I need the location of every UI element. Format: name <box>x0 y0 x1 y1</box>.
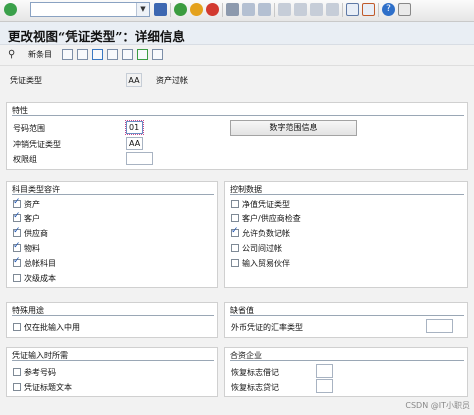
account-type-asset-label: 资产 <box>24 200 40 209</box>
toolbar-separator <box>170 3 171 17</box>
delete-icon[interactable] <box>77 49 88 60</box>
transport-icon[interactable] <box>152 49 163 60</box>
trading-partner-checkbox[interactable] <box>231 259 239 267</box>
display-change-icon[interactable]: ⚲ <box>8 49 20 60</box>
doc-type-field: AA <box>126 73 142 87</box>
reference-number-checkbox[interactable] <box>13 368 21 376</box>
batch-input-only-checkbox[interactable] <box>13 323 21 331</box>
net-doc-type-checkbox[interactable] <box>231 200 239 208</box>
account-type-gl-checkbox[interactable] <box>13 256 21 267</box>
number-range-field[interactable]: 01 <box>125 120 144 135</box>
number-range-label: 号码范围 <box>13 124 45 133</box>
exit-icon[interactable] <box>190 3 203 16</box>
debit-recovery-field[interactable] <box>316 364 333 378</box>
intercompany-postings-label: 公司间过帐 <box>242 244 282 253</box>
doc-type-description: 资产过帐 <box>156 76 188 85</box>
reverse-doc-type-label: 冲销凭证类型 <box>13 140 61 149</box>
group-title-rule <box>12 360 214 361</box>
toolbar-separator <box>222 3 223 17</box>
reverse-doc-type-field[interactable]: AA <box>126 137 143 150</box>
prev-page-icon[interactable] <box>294 3 307 16</box>
page-title: 更改视图“凭证类型”：详细信息 <box>8 29 185 44</box>
negative-postings-label: 允许负数记帐 <box>242 229 290 238</box>
find-icon[interactable] <box>242 3 255 16</box>
new-entries-button[interactable]: 新条目 <box>28 48 52 62</box>
auth-group-label: 权限组 <box>13 155 37 164</box>
credit-recovery-label: 恢复标志贷记 <box>231 383 279 392</box>
toolbar-separator <box>274 3 275 17</box>
back-icon[interactable] <box>174 3 187 16</box>
account-type-gl-label: 总帐科目 <box>24 259 56 268</box>
customer-vendor-check-label: 客户/供应商检查 <box>242 214 301 223</box>
group-title-rule <box>230 194 464 195</box>
undo-icon[interactable] <box>92 49 103 60</box>
account-type-material-label: 物料 <box>24 244 40 253</box>
group-title-rule <box>12 194 214 195</box>
account-types-group: 科目类型容许 资产 客户 供应商 物料 总帐科目 次级成本 <box>6 181 218 288</box>
account-type-material-checkbox[interactable] <box>13 241 21 252</box>
system-toolbar: ▼ ? <box>0 0 474 22</box>
properties-group: 特性 号码范围 01 数字范围信息 冲销凭证类型 AA 权限组 <box>6 102 468 170</box>
print-icon[interactable] <box>226 3 239 16</box>
select-all-icon[interactable] <box>107 49 118 60</box>
reference-number-label: 参考号码 <box>24 368 56 377</box>
toolbar-separator <box>342 3 343 17</box>
find-next-icon[interactable] <box>258 3 271 16</box>
account-type-vendor-checkbox[interactable] <box>13 226 21 237</box>
account-type-customer-label: 客户 <box>24 214 40 223</box>
group-title-rule <box>12 315 214 316</box>
customer-vendor-check-checkbox[interactable] <box>231 214 239 222</box>
default-values-group: 缺省值 外币凭证的汇率类型 <box>224 302 468 338</box>
group-title-rule <box>230 315 464 316</box>
new-session-icon[interactable] <box>346 3 359 16</box>
account-type-secondary-cost-checkbox[interactable] <box>13 274 21 282</box>
header-text-checkbox[interactable] <box>13 383 21 391</box>
copy-icon[interactable] <box>62 49 73 60</box>
group-title-rule <box>12 115 464 116</box>
shortcut-icon[interactable] <box>362 3 375 16</box>
negative-postings-checkbox[interactable] <box>231 226 239 237</box>
new-entries-label: 新条目 <box>28 50 52 59</box>
batch-input-only-label: 仅在批输入中用 <box>24 323 80 332</box>
title-bar: 更改视图“凭证类型”：详细信息 <box>0 22 474 45</box>
header-text-label: 凭证标题文本 <box>24 383 72 392</box>
number-range-info-button[interactable]: 数字范围信息 <box>230 120 357 136</box>
layout-menu-icon[interactable] <box>398 3 411 16</box>
next-page-icon[interactable] <box>310 3 323 16</box>
debit-recovery-label: 恢复标志借记 <box>231 368 279 377</box>
account-type-vendor-label: 供应商 <box>24 229 48 238</box>
exchange-rate-type-field[interactable] <box>426 319 453 333</box>
account-type-secondary-cost-label: 次级成本 <box>24 274 56 283</box>
toolbar-separator <box>378 3 379 17</box>
enter-icon[interactable] <box>4 3 17 16</box>
command-field[interactable]: ▼ <box>30 2 150 17</box>
trading-partner-label: 输入贸易伙伴 <box>242 259 290 268</box>
save-icon[interactable] <box>154 3 167 16</box>
previous-entry-icon[interactable] <box>122 49 133 60</box>
exchange-rate-type-label: 外币凭证的汇率类型 <box>231 323 303 332</box>
credit-recovery-field[interactable] <box>316 379 333 393</box>
last-page-icon[interactable] <box>326 3 339 16</box>
account-type-asset-checkbox[interactable] <box>13 197 21 208</box>
special-usage-group: 特殊用途 仅在批输入中用 <box>6 302 218 338</box>
control-data-group: 控制数据 净值凭证类型 客户/供应商检查 允许负数记帐 公司间过帐 输入贸易伙伴 <box>224 181 468 288</box>
cancel-icon[interactable] <box>206 3 219 16</box>
doc-entry-required-group: 凭证输入时所需 参考号码 凭证标题文本 <box>6 347 218 397</box>
joint-venture-group: 合资企业 恢复标志借记 恢复标志贷记 <box>224 347 468 397</box>
chevron-down-icon[interactable]: ▼ <box>136 3 149 16</box>
next-entry-icon[interactable] <box>137 49 148 60</box>
account-type-customer-checkbox[interactable] <box>13 211 21 222</box>
doc-type-label: 凭证类型 <box>10 76 42 85</box>
help-icon[interactable]: ? <box>382 3 395 16</box>
group-title-rule <box>230 360 464 361</box>
auth-group-field[interactable] <box>126 152 153 165</box>
net-doc-type-label: 净值凭证类型 <box>242 200 290 209</box>
watermark: CSDN @IT小职员 <box>405 401 470 410</box>
application-toolbar: ⚲ 新条目 <box>0 45 474 66</box>
first-page-icon[interactable] <box>278 3 291 16</box>
intercompany-postings-checkbox[interactable] <box>231 244 239 252</box>
